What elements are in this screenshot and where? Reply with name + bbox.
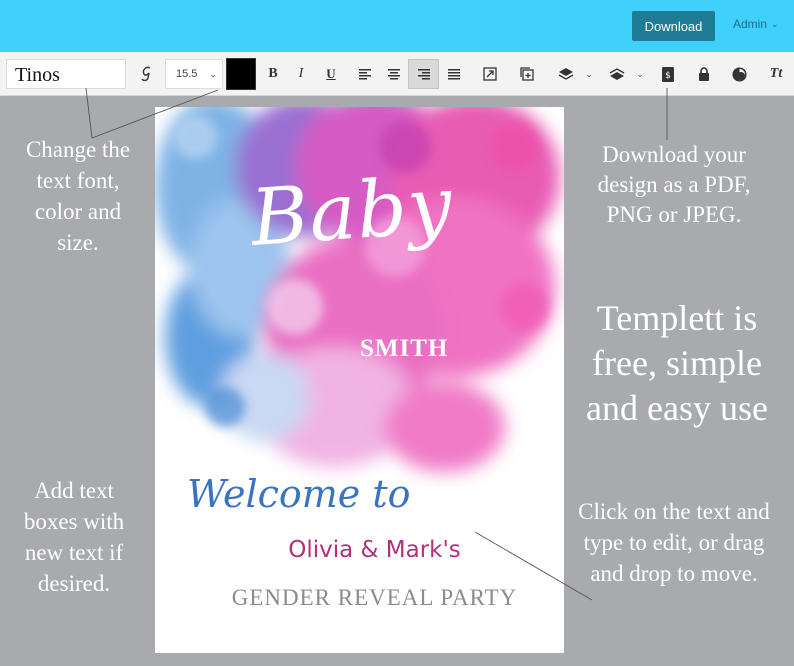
canvas-text-names[interactable]: Olivia & Mark's [155, 537, 564, 563]
text-case-button[interactable]: Tt [764, 59, 788, 89]
lock-icon[interactable] [693, 59, 715, 89]
canvas-text-event[interactable]: GENDER REVEAL PARTY [155, 585, 564, 611]
align-center-icon[interactable] [383, 59, 405, 89]
canvas-text-surname[interactable]: SMITH [360, 335, 448, 363]
admin-menu[interactable]: Admin ⌄ [733, 17, 779, 31]
chevron-down-icon[interactable]: ⌄ [633, 59, 647, 89]
layer-down-icon[interactable] [606, 59, 628, 89]
duplicate-icon[interactable] [516, 59, 538, 89]
align-justify-icon[interactable] [443, 59, 465, 89]
ink-smoke-image [155, 107, 560, 472]
bold-button[interactable]: B [262, 59, 284, 89]
chevron-down-icon[interactable]: ⌄ [582, 59, 596, 89]
font-size-value: 15.5 [176, 68, 198, 80]
svg-text:$: $ [665, 71, 671, 81]
admin-label: Admin [733, 17, 768, 31]
chevron-down-icon: ⌄ [771, 18, 779, 29]
add-text-annotation: Add text boxes with new text if desired. [23, 478, 125, 596]
download-annotation: Download your design as a PDF, PNG or JP… [597, 142, 751, 227]
click-annotation: Click on the text and type to edit, or d… [578, 499, 770, 586]
align-left-icon[interactable] [354, 59, 376, 89]
resize-icon[interactable] [479, 59, 501, 89]
layer-up-icon[interactable] [555, 59, 577, 89]
canvas-text-baby[interactable]: Baby [248, 160, 456, 264]
text-color-swatch[interactable] [226, 58, 256, 90]
free-annotation: Templett is free, simple and easy use [586, 298, 768, 428]
font-annotation: Change the text font, color and size. [25, 137, 131, 255]
save-icon[interactable]: $ [657, 59, 679, 89]
text-toolbar: Tinos 15.5 ⌄ B I U ⌄ ⌄ $ Tt [0, 52, 794, 96]
underline-button[interactable]: U [320, 59, 342, 89]
italic-button[interactable]: I [290, 59, 312, 89]
design-canvas[interactable]: Baby SMITH Welcome to Olivia & Mark's GE… [155, 107, 564, 653]
canvas-text-welcome[interactable]: Welcome to [187, 472, 411, 516]
font-style-icon[interactable] [135, 59, 159, 89]
align-right-icon[interactable] [408, 59, 439, 89]
opacity-icon[interactable] [728, 59, 750, 89]
font-size-select[interactable]: 15.5 ⌄ [165, 59, 223, 89]
top-bar: Download Admin ⌄ [0, 0, 794, 52]
font-family-input[interactable]: Tinos [6, 59, 126, 89]
chevron-down-icon: ⌄ [209, 68, 217, 79]
download-button[interactable]: Download [632, 11, 715, 41]
